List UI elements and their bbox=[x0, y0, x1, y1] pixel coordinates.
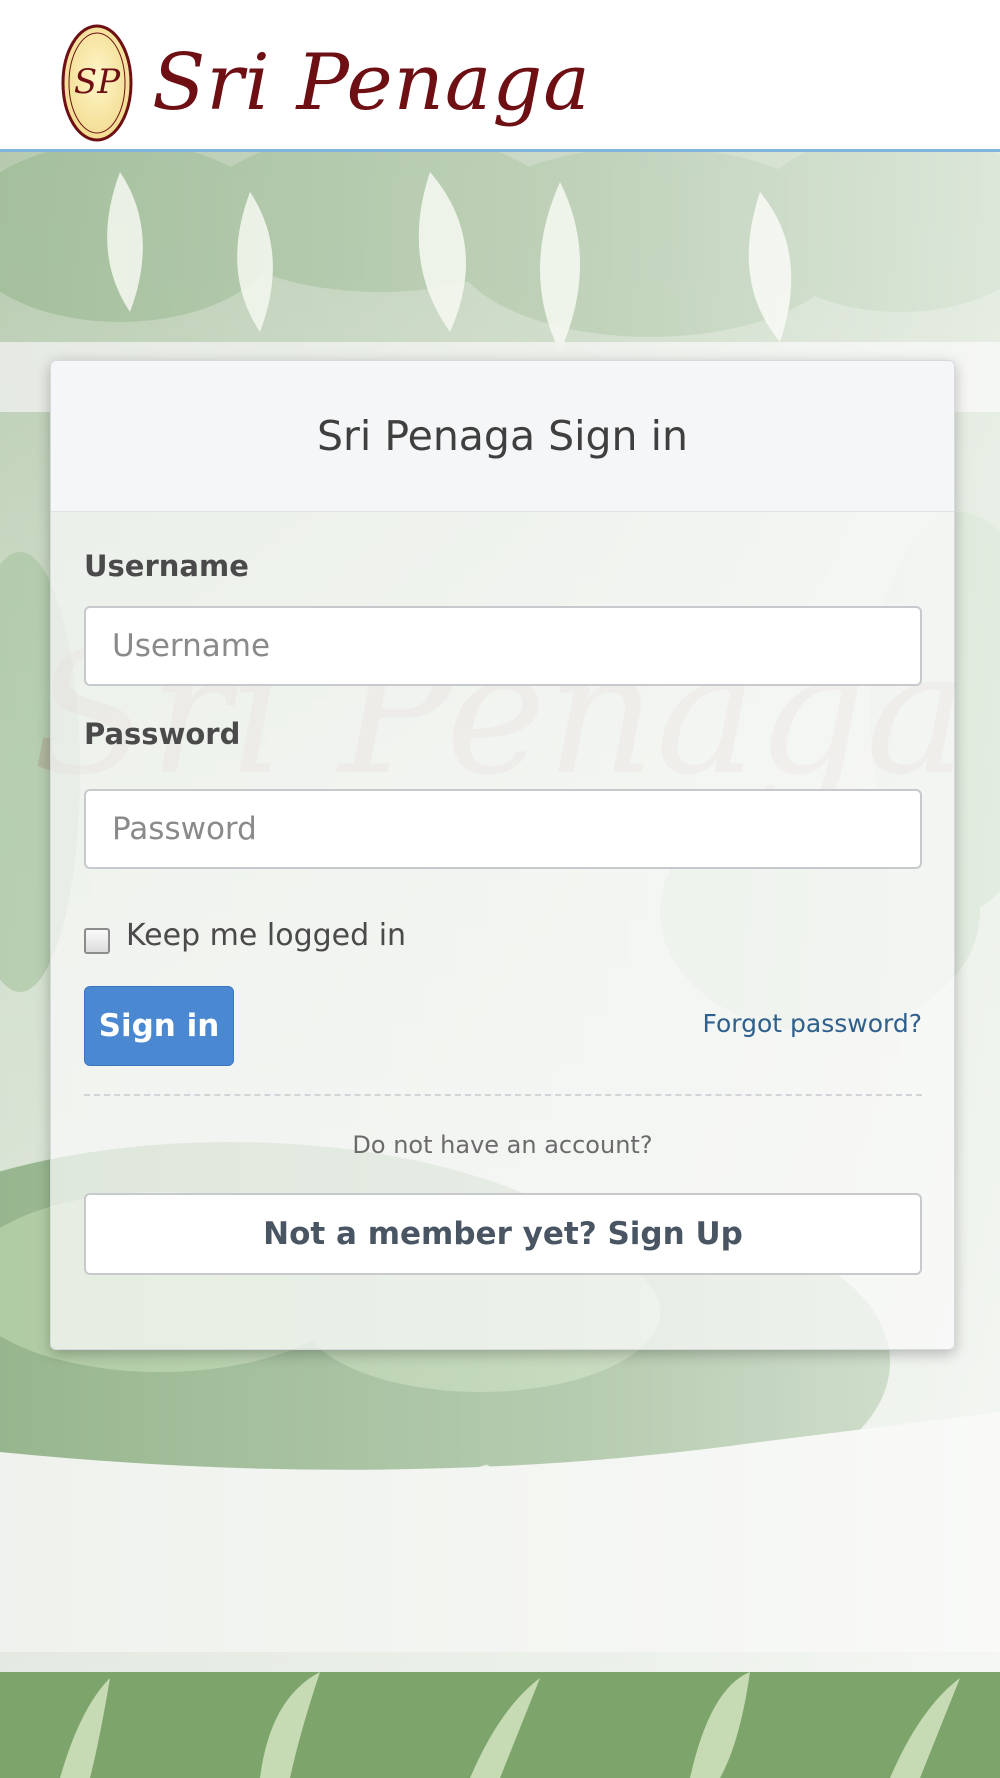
password-input[interactable] bbox=[84, 789, 922, 869]
site-header: SP Sri Penaga bbox=[0, 0, 1000, 152]
brand-name: Sri Penaga bbox=[152, 38, 591, 128]
username-input[interactable] bbox=[84, 606, 922, 686]
divider bbox=[84, 1094, 922, 1096]
no-account-text: Do not have an account? bbox=[352, 1131, 653, 1159]
login-panel-header: Sri Penaga Sign in bbox=[51, 361, 954, 512]
username-label: Username bbox=[84, 549, 249, 583]
sign-up-button[interactable]: Not a member yet? Sign Up bbox=[84, 1193, 922, 1275]
login-title: Sri Penaga Sign in bbox=[317, 412, 688, 460]
sign-in-button[interactable]: Sign in bbox=[84, 986, 234, 1066]
logo-seal-icon: SP bbox=[61, 24, 133, 142]
remember-me-checkbox[interactable] bbox=[84, 928, 110, 954]
login-panel: Sri Penaga Sign in Username Password Kee… bbox=[50, 360, 955, 1350]
password-label: Password bbox=[84, 717, 241, 751]
logo-seal-letters: SP bbox=[74, 62, 121, 102]
remember-me-label[interactable]: Keep me logged in bbox=[126, 918, 406, 953]
site-logo[interactable]: SP Sri Penaga bbox=[60, 20, 591, 146]
forgot-password-link[interactable]: Forgot password? bbox=[703, 1009, 923, 1038]
remember-me[interactable]: Keep me logged in bbox=[84, 916, 406, 954]
